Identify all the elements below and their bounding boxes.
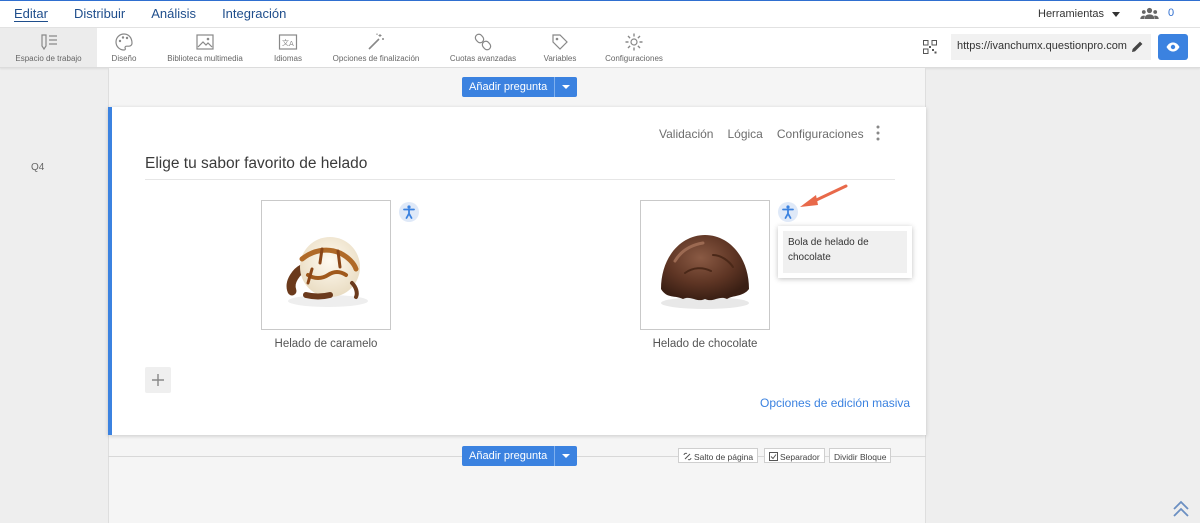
separator-button[interactable]: Separador: [764, 448, 825, 463]
annotation-arrow-icon: [800, 184, 848, 207]
users-icon: [1140, 7, 1159, 19]
gear-icon: [625, 33, 643, 51]
split-block-label: Dividir Bloque: [834, 451, 887, 462]
add-question-button-bottom[interactable]: Añadir pregunta: [462, 446, 578, 466]
question-number: Q4: [31, 162, 45, 173]
separator-label: Separador: [780, 451, 820, 462]
bulk-edit-link[interactable]: Opciones de edición masiva: [760, 396, 910, 410]
top-nav: Editar Distribuir Análisis Integración H…: [0, 0, 1200, 28]
page-break-button[interactable]: Salto de página: [678, 448, 759, 463]
tag-icon: [552, 34, 568, 50]
page-break-label: Salto de página: [694, 451, 754, 462]
edit-pencil-icon[interactable]: [1131, 40, 1144, 53]
caret-down-icon: [562, 85, 571, 89]
magic-wand-icon: [368, 33, 384, 50]
menu-distribuir[interactable]: Distribuir: [74, 6, 125, 21]
title-divider: [145, 179, 895, 180]
svg-text:文: 文: [282, 38, 289, 47]
settings-link[interactable]: Configuraciones: [777, 127, 864, 141]
tool-design[interactable]: Diseño: [104, 28, 144, 67]
tool-advanced-quotas[interactable]: Cuotas avanzadas: [446, 28, 520, 67]
tool-label: Idiomas: [273, 54, 302, 63]
add-question-dropdown[interactable]: [554, 446, 578, 466]
tool-label: Variables: [543, 54, 577, 63]
eye-icon: [1166, 42, 1180, 52]
split-block-button[interactable]: Dividir Bloque: [829, 448, 892, 463]
tools-dropdown[interactable]: Herramientas: [1038, 8, 1121, 20]
tools-label: Herramientas: [1038, 8, 1105, 20]
validation-link[interactable]: Validación: [659, 127, 713, 141]
accessibility-icon: [782, 205, 794, 219]
plus-icon: [152, 374, 164, 386]
checkbox-icon: [769, 452, 778, 461]
logic-link[interactable]: Lógica: [727, 127, 762, 141]
add-question-dropdown[interactable]: [554, 77, 578, 97]
palette-icon: [115, 33, 133, 51]
tool-languages[interactable]: 文A Idiomas: [268, 28, 308, 67]
preview-button[interactable]: [1158, 34, 1188, 60]
menu-integracion[interactable]: Integración: [222, 6, 286, 21]
add-question-label[interactable]: Añadir pregunta: [462, 446, 555, 466]
more-vertical-icon[interactable]: [876, 125, 880, 141]
workspace-icon: [40, 34, 57, 51]
question-card[interactable]: Validación Lógica Configuraciones Elige …: [108, 107, 926, 435]
tool-label: Opciones de finalización: [332, 54, 420, 63]
collaborators[interactable]: 0: [1140, 7, 1174, 19]
main-menu: Editar Distribuir Análisis Integración: [14, 6, 286, 21]
caret-down-icon: [562, 454, 571, 458]
qr-code-icon[interactable]: [923, 40, 937, 54]
option-image-chocolate[interactable]: [640, 200, 770, 330]
page-break-icon: [683, 452, 692, 461]
accessibility-button-chocolate[interactable]: [778, 202, 798, 222]
option-caption-chocolate[interactable]: Helado de chocolate: [615, 338, 795, 350]
users-count: 0: [1168, 7, 1175, 19]
survey-url: https://ivanchumx.questionpro.com: [957, 40, 1127, 52]
editor-toolbar: Espacio de trabajo Diseño Biblioteca mul…: [0, 28, 1200, 68]
option-caption-caramel[interactable]: Helado de caramelo: [236, 338, 416, 350]
tool-finish-options[interactable]: Opciones de finalización: [327, 28, 425, 67]
translate-icon: 文A: [278, 34, 298, 50]
tool-workspace[interactable]: Espacio de trabajo: [0, 28, 97, 67]
question-title[interactable]: Elige tu sabor favorito de helado: [145, 155, 367, 173]
menu-editar[interactable]: Editar: [14, 6, 48, 21]
accessibility-icon: [403, 205, 415, 219]
caramel-ice-cream-image: [286, 237, 368, 307]
option-image-caramel[interactable]: [261, 200, 391, 330]
menu-analisis[interactable]: Análisis: [151, 6, 196, 21]
tool-settings[interactable]: Configuraciones: [600, 28, 668, 67]
image-icon: [196, 34, 214, 50]
chocolate-ice-cream-image: [661, 235, 749, 309]
link-chain-icon: [474, 33, 492, 51]
tool-variables[interactable]: Variables: [539, 28, 581, 67]
survey-url-field[interactable]: https://ivanchumx.questionpro.com: [951, 34, 1151, 60]
tool-label: Diseño: [111, 54, 137, 63]
tool-label: Espacio de trabajo: [15, 54, 82, 63]
accessibility-button-caramel[interactable]: [399, 202, 419, 222]
tool-media-library[interactable]: Biblioteca multimedia: [158, 28, 252, 67]
tool-label: Cuotas avanzadas: [449, 54, 517, 63]
tool-label: Configuraciones: [605, 54, 663, 63]
svg-text:A: A: [289, 40, 294, 48]
scroll-to-top-icon[interactable]: [1172, 500, 1190, 518]
add-option-button[interactable]: [145, 367, 171, 393]
add-question-label[interactable]: Añadir pregunta: [462, 77, 555, 97]
tool-label: Biblioteca multimedia: [167, 54, 243, 63]
add-question-button-top[interactable]: Añadir pregunta: [462, 77, 578, 97]
caret-down-icon: [1112, 11, 1121, 17]
alt-text-field[interactable]: Bola de helado de chocolate: [783, 231, 907, 273]
question-actions: Validación Lógica Configuraciones: [659, 127, 864, 141]
alt-text-popover: Bola de helado de chocolate: [778, 226, 912, 278]
